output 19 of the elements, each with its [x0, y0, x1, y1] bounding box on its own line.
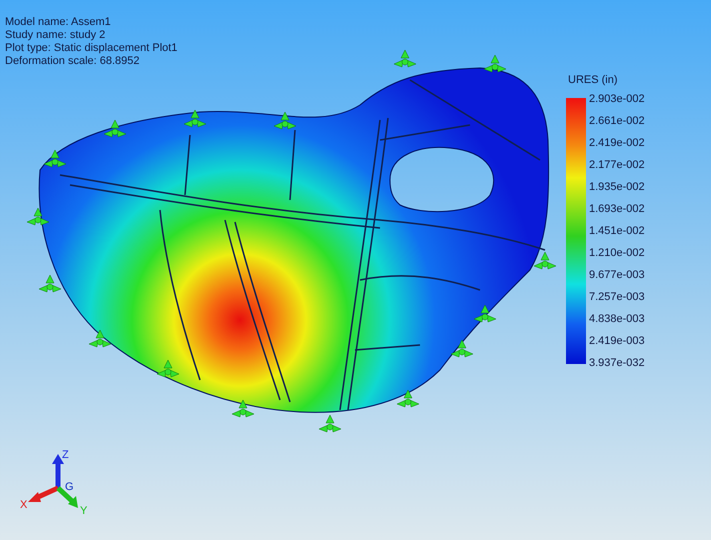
legend-value: 4.838e-003 — [589, 312, 645, 327]
legend-value: 2.419e-002 — [589, 136, 645, 151]
legend-value: 1.451e-002 — [589, 224, 645, 239]
plot-info-text: Plot type: Static displacement Plot1 — [5, 42, 178, 55]
legend-value: 1.210e-002 — [589, 246, 645, 261]
legend-value: 1.935e-002 — [589, 180, 645, 195]
plot-info-text: Deformation scale: 68.8952 — [5, 55, 141, 68]
legend-value: 1.693e-002 — [589, 202, 645, 217]
legend-title: URES (in) — [568, 74, 619, 86]
legend-value: 9.677e-003 — [589, 268, 645, 283]
plot-info-text: Model name: Assem1 — [5, 16, 112, 29]
legend-value: 2.661e-002 — [589, 114, 645, 129]
legend-value: 2.419e-003 — [589, 334, 645, 349]
legend-value: 2.177e-002 — [589, 158, 645, 173]
legend-value: 3.937e-032 — [589, 356, 645, 371]
legend-value: 7.257e-003 — [589, 290, 645, 305]
legend-value: 2.903e-002 — [589, 92, 645, 107]
plot-info-text: Study name: study 2 — [5, 29, 106, 42]
axis-triad-drawing: Z X Y G — [18, 446, 98, 516]
